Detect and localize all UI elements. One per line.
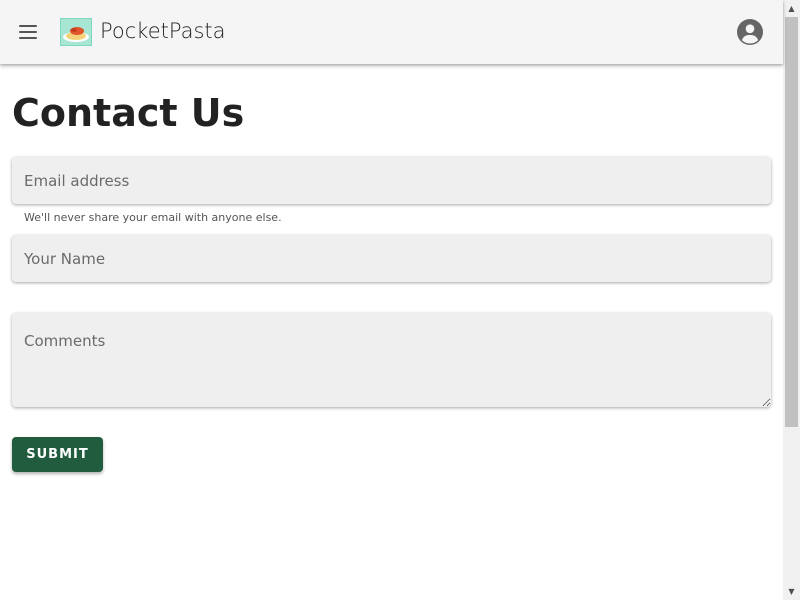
- menu-line: [19, 37, 37, 39]
- name-field[interactable]: [12, 235, 771, 282]
- app-bar: PocketPasta: [0, 0, 783, 64]
- comments-field[interactable]: [12, 313, 771, 407]
- page-title: Contact Us: [12, 91, 245, 135]
- scroll-down-arrow-icon[interactable]: ▼: [783, 583, 800, 600]
- pasta-plate-logo: [60, 18, 92, 46]
- account-circle-icon[interactable]: [737, 19, 763, 45]
- app-title: PocketPasta: [100, 19, 226, 43]
- email-help-text: We'll never share your email with anyone…: [24, 211, 282, 224]
- scroll-up-arrow-icon[interactable]: ▲: [783, 0, 800, 17]
- scrollbar-thumb[interactable]: [785, 17, 798, 427]
- menu-line: [19, 31, 37, 33]
- menu-line: [19, 25, 37, 27]
- vertical-scrollbar[interactable]: ▲ ▼: [783, 0, 800, 600]
- hamburger-menu-icon[interactable]: [12, 16, 44, 48]
- submit-button[interactable]: SUBMIT: [12, 437, 103, 472]
- email-field[interactable]: [12, 157, 771, 204]
